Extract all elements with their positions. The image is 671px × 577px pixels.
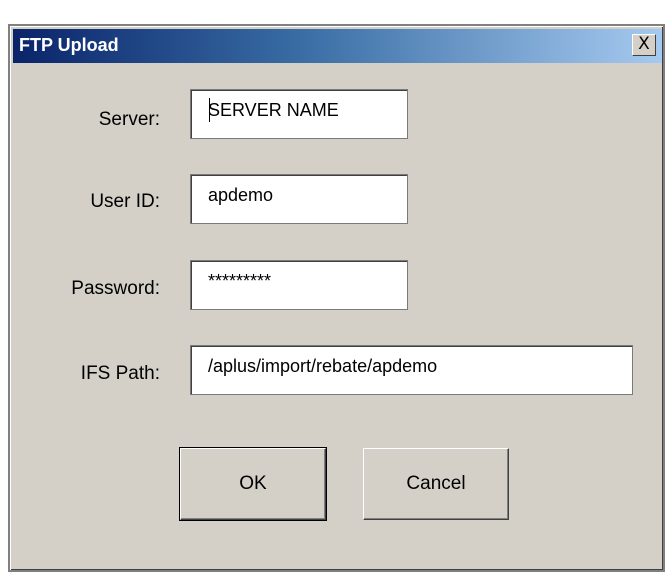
password-input[interactable]: ********* [190, 260, 408, 310]
password-label: Password: [71, 278, 160, 299]
close-button[interactable]: X [632, 34, 656, 56]
ifs-path-input[interactable]: /aplus/import/rebate/apdemo [190, 345, 633, 395]
userid-label: User ID: [90, 191, 160, 212]
userid-input[interactable]: apdemo [190, 174, 408, 224]
server-input[interactable]: SERVER NAME [190, 89, 408, 139]
ftp-upload-dialog: FTP Upload X Server: SERVER NAME User ID… [8, 24, 665, 572]
title-bar[interactable]: FTP Upload X [13, 29, 662, 63]
server-label: Server: [98, 109, 160, 130]
cancel-button[interactable]: Cancel [363, 448, 509, 520]
window-title: FTP Upload [19, 35, 119, 55]
close-icon: X [638, 34, 650, 54]
ok-button[interactable]: OK [179, 447, 327, 521]
ifs-path-label: IFS Path: [80, 363, 160, 384]
